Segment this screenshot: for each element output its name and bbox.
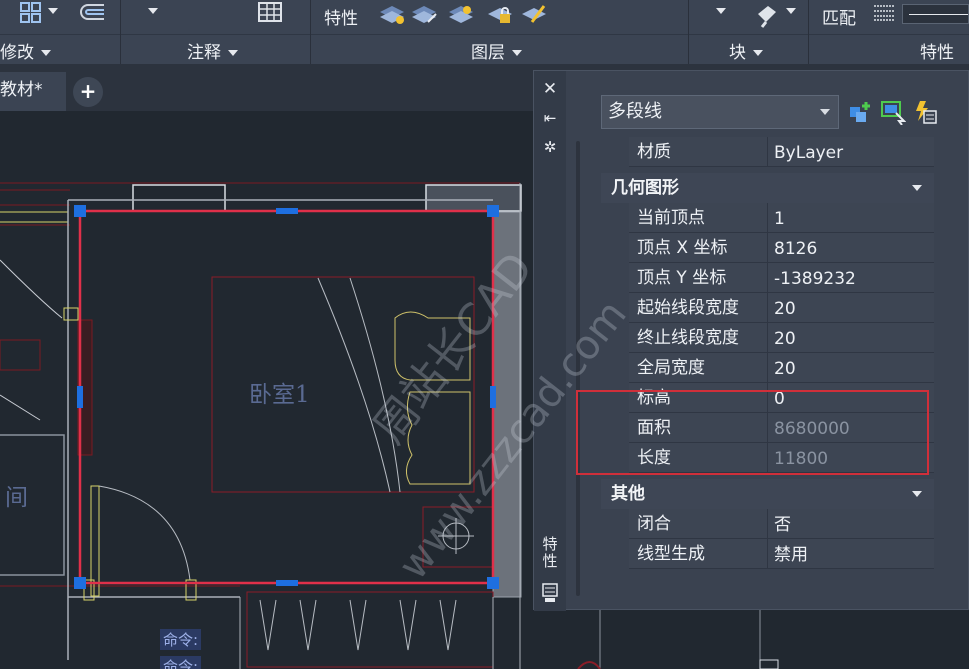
- table-icon[interactable]: [258, 2, 282, 22]
- chevron-down-icon: [41, 50, 51, 56]
- command-history-line: 命令:: [160, 629, 202, 650]
- offset-icon[interactable]: [78, 2, 106, 24]
- property-value[interactable]: 禁用: [774, 539, 808, 569]
- match-label[interactable]: 匹配: [822, 4, 856, 29]
- properties-label[interactable]: 特性: [324, 4, 358, 29]
- object-type-dropdown[interactable]: 多段线: [601, 95, 839, 129]
- chevron-down-icon[interactable]: [716, 8, 726, 14]
- chevron-down-icon: [512, 50, 522, 56]
- property-row-global-width[interactable]: 全局宽度 20: [629, 353, 934, 383]
- select-objects-icon[interactable]: [880, 99, 906, 125]
- property-row-closed[interactable]: 闭合否: [629, 509, 934, 539]
- property-value[interactable]: 8126: [774, 233, 817, 263]
- chevron-down-icon: [820, 109, 830, 115]
- chevron-down-icon: [753, 50, 763, 56]
- command-history-line: 命令:: [160, 656, 202, 669]
- section-geometry-header[interactable]: 几何图形: [601, 173, 934, 203]
- property-row-vertex-x[interactable]: 顶点 X 坐标 8126: [629, 233, 934, 263]
- panel-modify[interactable]: 修改: [0, 38, 51, 63]
- quick-select-icon[interactable]: [912, 99, 938, 125]
- property-row-material[interactable]: 材质 ByLayer: [629, 137, 934, 167]
- toggle-pickadd-icon[interactable]: [848, 99, 874, 125]
- chevron-down-icon[interactable]: [148, 8, 158, 14]
- ribbon: 特性 匹配 修改 注释 图层 块 特性: [0, 0, 969, 64]
- chevron-down-icon: [228, 50, 238, 56]
- grid-icon[interactable]: [20, 2, 42, 24]
- chevron-down-icon: [912, 185, 922, 191]
- ribbon-divider: [0, 34, 969, 35]
- property-row-linetype-generation[interactable]: 线型生成 禁用: [629, 539, 934, 569]
- chevron-down-icon[interactable]: [48, 8, 58, 14]
- layer-icon[interactable]: [410, 2, 438, 26]
- layer-icon[interactable]: [378, 2, 406, 26]
- property-row-vertex-y[interactable]: 顶点 Y 坐标 -1389232: [629, 263, 934, 293]
- property-value[interactable]: 20: [774, 353, 796, 383]
- chevron-down-icon[interactable]: [786, 8, 796, 14]
- layer-icon[interactable]: [520, 2, 548, 26]
- panel-block[interactable]: 块: [729, 38, 763, 63]
- panel-annotation[interactable]: 注释: [187, 38, 238, 63]
- object-type-value: 多段线: [608, 101, 662, 122]
- chevron-down-icon: [912, 491, 922, 497]
- match-properties-icon[interactable]: [754, 2, 782, 28]
- linetype-list-icon[interactable]: [872, 2, 896, 22]
- property-value[interactable]: 20: [774, 323, 796, 353]
- highlight-annotation: [576, 390, 929, 475]
- property-label: 材质: [637, 142, 671, 162]
- property-value[interactable]: ByLayer: [774, 137, 843, 167]
- property-row-end-width[interactable]: 终止线段宽度 20: [629, 323, 934, 353]
- room-label-partial: 间: [5, 485, 28, 511]
- autohide-icon[interactable]: ⇤: [542, 110, 558, 126]
- room-label: 卧室1: [249, 382, 310, 408]
- lineweight-selector[interactable]: [902, 4, 969, 24]
- property-value[interactable]: -1389232: [774, 263, 856, 293]
- panel-properties[interactable]: 特性: [920, 38, 954, 63]
- property-value[interactable]: 20: [774, 293, 796, 323]
- panel-layers[interactable]: 图层: [471, 38, 522, 63]
- lock-icon[interactable]: [486, 2, 514, 26]
- document-tab[interactable]: 教材*: [0, 72, 66, 111]
- property-value[interactable]: 否: [774, 509, 791, 539]
- layer-icon[interactable]: [447, 2, 475, 26]
- property-row-current-vertex[interactable]: 当前顶点 1: [629, 203, 934, 233]
- property-row-start-width[interactable]: 起始线段宽度 20: [629, 293, 934, 323]
- property-value[interactable]: 1: [774, 203, 785, 233]
- add-tab-button[interactable]: +: [73, 77, 103, 107]
- palette-menu-icon[interactable]: [542, 583, 558, 603]
- gear-icon[interactable]: ✲: [542, 139, 558, 155]
- palette-title: 特性: [542, 535, 558, 570]
- close-icon[interactable]: ✕: [542, 81, 558, 98]
- section-misc-header[interactable]: 其他: [601, 479, 934, 509]
